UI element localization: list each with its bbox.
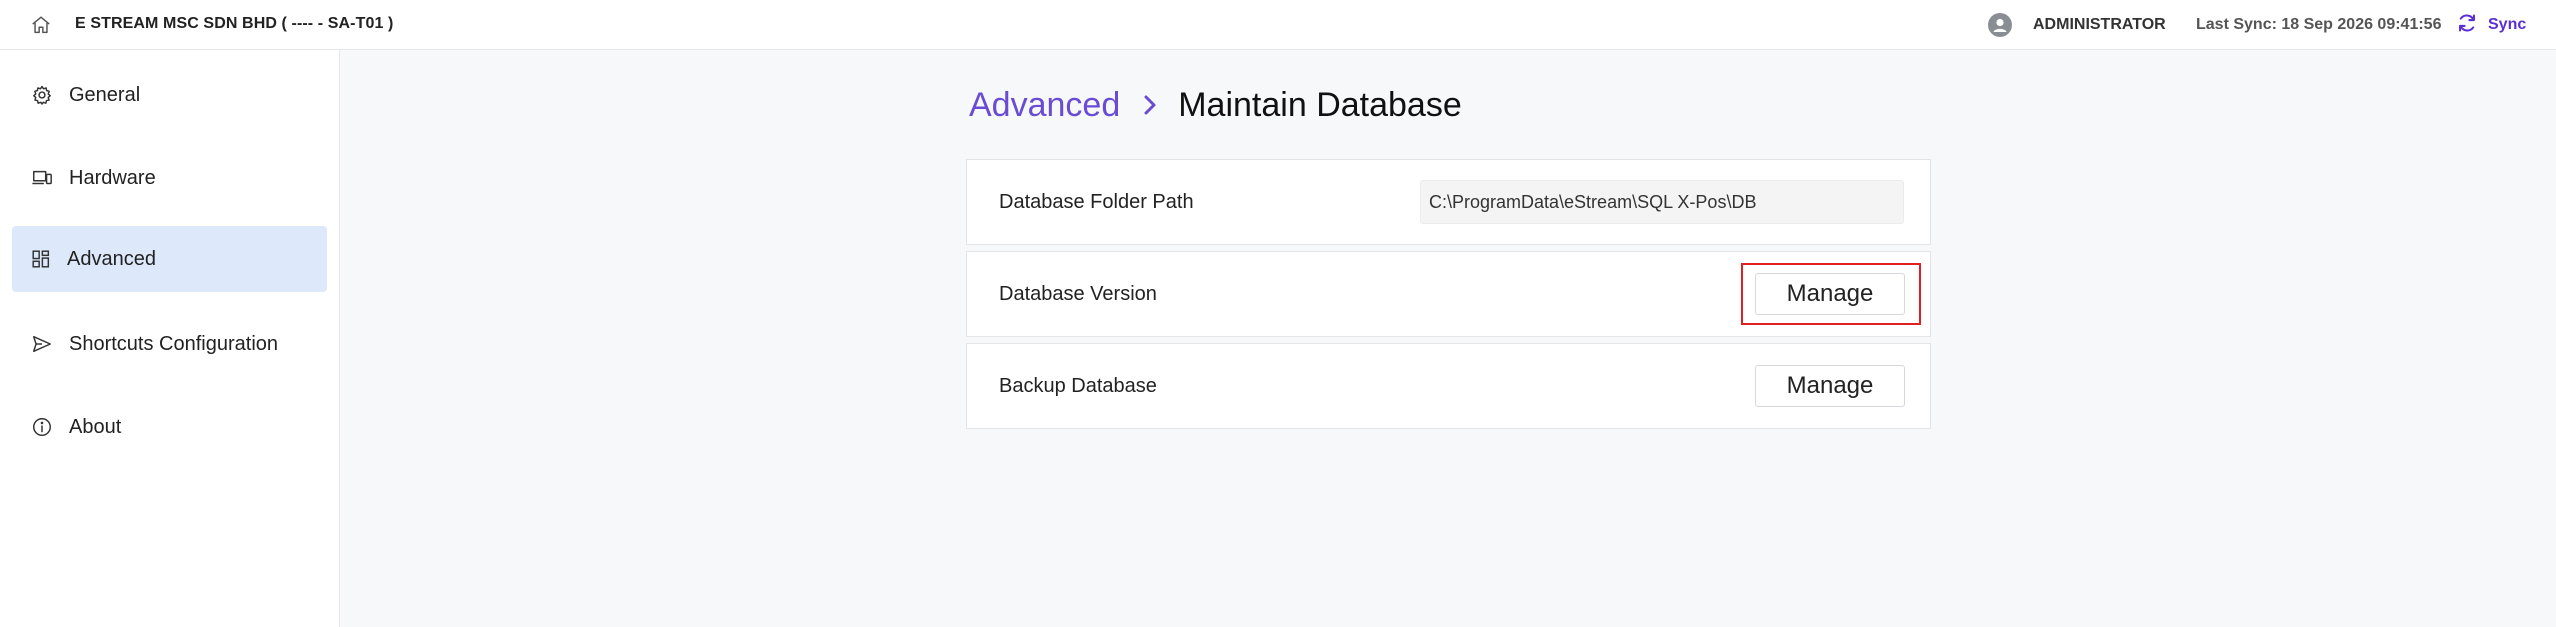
sidebar-item-label: Shortcuts Configuration	[69, 332, 279, 355]
sidebar-item-shortcuts-configuration[interactable]: Shortcuts Configuration	[12, 311, 327, 377]
breadcrumb-advanced-link[interactable]: Advanced	[969, 86, 1120, 125]
user-name: ADMINISTRATOR	[2033, 16, 2166, 33]
database-folder-path-row: Database Folder Path	[966, 159, 1931, 245]
sidebar-item-about[interactable]: About	[12, 394, 327, 460]
database-version-label: Database Version	[999, 282, 1157, 305]
grid-icon	[30, 248, 52, 270]
sidebar-item-label: Advanced	[67, 247, 156, 270]
last-sync-status: Last Sync: 18 Sep 2026 09:41:56	[2196, 16, 2442, 33]
home-icon[interactable]	[30, 14, 52, 36]
sidebar-item-general[interactable]: General	[12, 62, 327, 128]
backup-database-label: Backup Database	[999, 374, 1157, 397]
backup-database-manage-button[interactable]: Manage	[1755, 365, 1905, 407]
devices-icon	[31, 167, 53, 189]
sync-label: Sync	[2488, 16, 2527, 33]
top-bar: E STREAM MSC SDN BHD ( ---- - SA-T01 ) A…	[0, 0, 2556, 50]
send-icon	[31, 333, 53, 355]
database-folder-path-field[interactable]	[1420, 180, 1904, 224]
backup-database-row: Backup Database Manage	[966, 343, 1931, 429]
chevron-right-icon	[1140, 92, 1160, 118]
sidebar-item-label: General	[69, 83, 141, 106]
company-name: E STREAM MSC SDN BHD ( ---- - SA-T01 )	[75, 15, 394, 32]
sidebar-item-label: About	[69, 415, 122, 438]
sync-icon	[2456, 12, 2478, 39]
database-version-row: Database Version Manage	[966, 251, 1931, 337]
info-icon	[31, 416, 53, 438]
database-folder-path-label: Database Folder Path	[999, 190, 1194, 213]
page-title: Maintain Database	[1178, 85, 1462, 124]
database-version-manage-button[interactable]: Manage	[1755, 273, 1905, 315]
sidebar: General Hardware Advanced Shortcuts Conf…	[0, 50, 340, 627]
avatar[interactable]	[1988, 13, 2012, 37]
gear-icon	[31, 84, 53, 106]
sidebar-item-label: Hardware	[69, 166, 156, 189]
sidebar-item-advanced[interactable]: Advanced	[12, 226, 327, 292]
sync-button[interactable]: Sync	[2456, 12, 2526, 38]
sidebar-item-hardware[interactable]: Hardware	[12, 145, 327, 211]
breadcrumb: Advanced Maintain Database	[969, 82, 1462, 128]
